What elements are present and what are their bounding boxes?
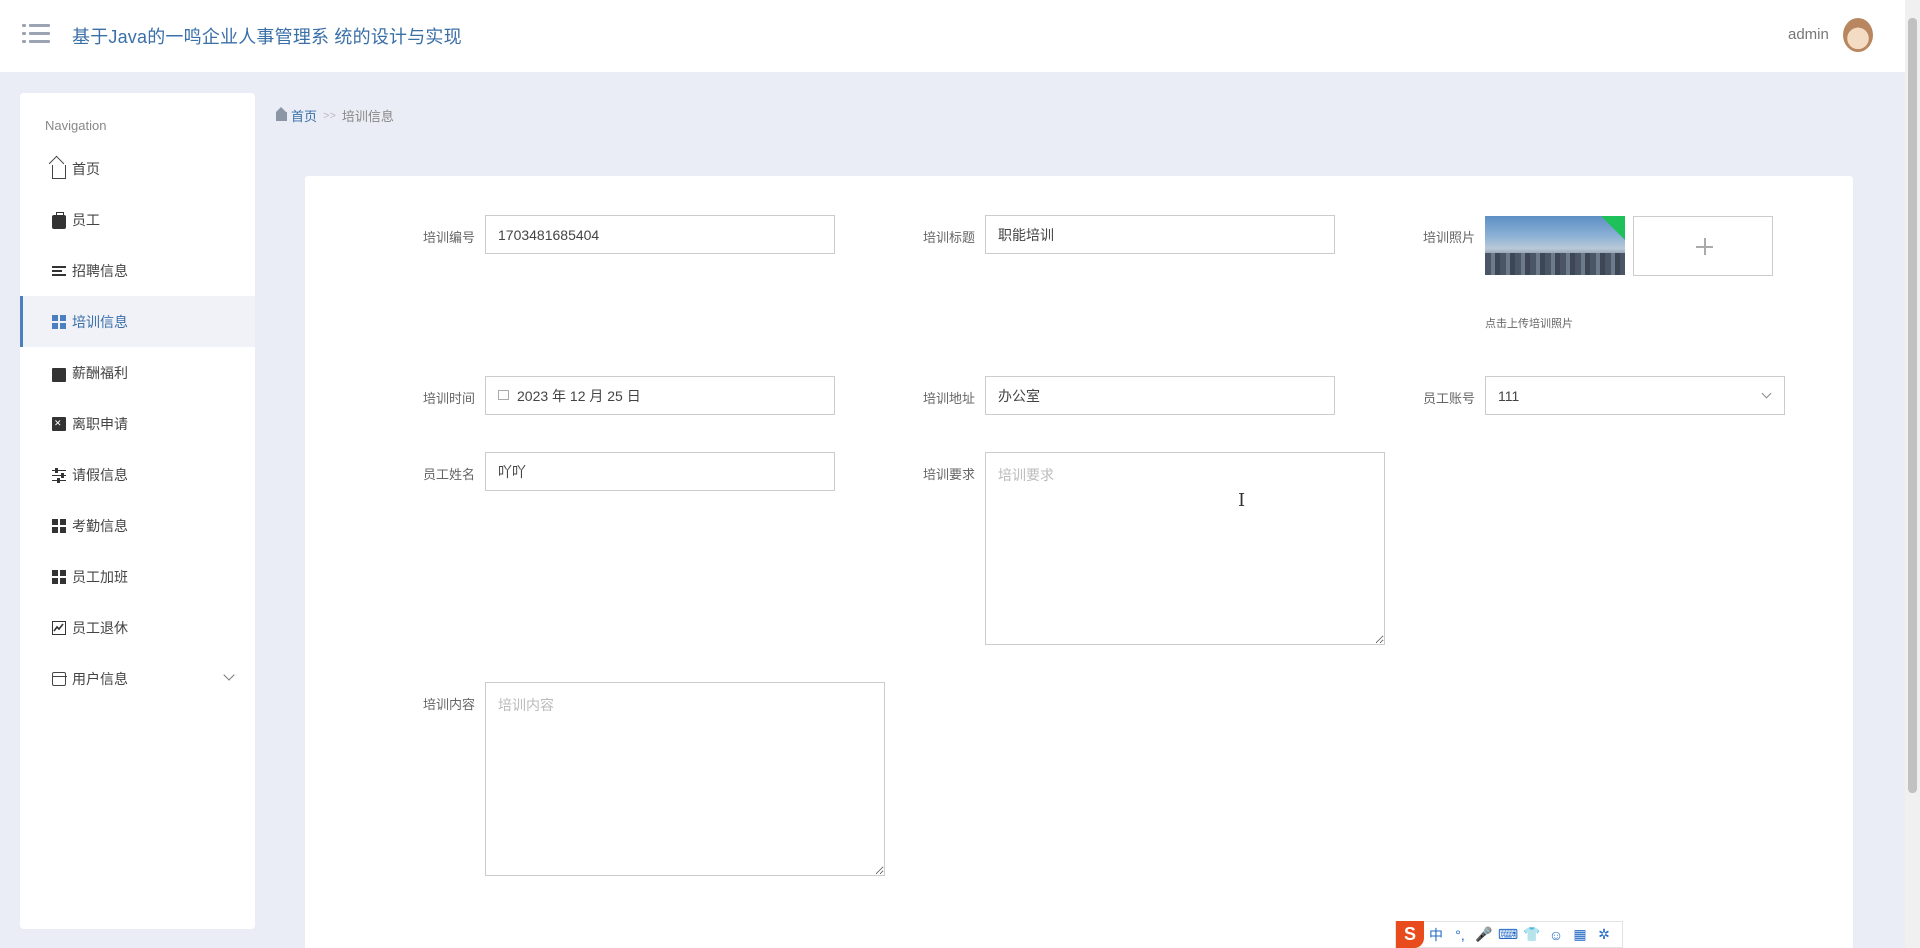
printer-icon: [52, 367, 66, 382]
sidebar-item-label: 用户信息: [72, 670, 128, 687]
training-no-value: 1703481685404: [498, 226, 600, 243]
chevron-down-icon: [223, 669, 235, 681]
home-icon: [52, 164, 66, 179]
breadcrumb-home-label: 首页: [291, 109, 318, 124]
training-title-label: 培训标题: [922, 230, 975, 245]
ime-toolbar: S 中 °, 🎤 ⌨ 👕 ☺ ▦ ✲: [1395, 921, 1623, 948]
grid-icon: [52, 314, 66, 329]
training-time-label: 培训时间: [422, 391, 475, 406]
sidebar-item-resignation[interactable]: 离职申请: [20, 398, 255, 449]
sidebar-item-label: 薪酬福利: [72, 364, 128, 381]
line-chart-icon: [52, 620, 66, 635]
sidebar-item-attendance[interactable]: 考勤信息: [20, 500, 255, 551]
ime-mode-toggle[interactable]: 中: [1424, 925, 1448, 945]
training-photo-thumbnail[interactable]: [1485, 216, 1625, 275]
skin-icon[interactable]: 👕: [1520, 926, 1544, 943]
sidebar-item-employee[interactable]: 员工: [20, 194, 255, 245]
emoji-icon[interactable]: ☺: [1544, 927, 1568, 943]
sidebar-item-label: 员工: [72, 211, 100, 228]
avatar[interactable]: [1843, 18, 1873, 52]
grid-icon: [52, 518, 66, 533]
breadcrumb-home[interactable]: 首页: [276, 106, 317, 125]
punctuation-icon[interactable]: °,: [1448, 927, 1472, 943]
home-icon: [276, 107, 287, 121]
breadcrumb: 首页 >> 培训信息: [276, 106, 394, 125]
app-title: 基于Java的一鸣企业人事管理系 统的设计与实现: [72, 27, 462, 47]
toolbox-icon[interactable]: ▦: [1568, 926, 1592, 943]
clipboard-x-icon: [52, 416, 66, 431]
training-photo-label: 培训照片: [1422, 230, 1475, 245]
keyboard-icon[interactable]: ⌨: [1496, 926, 1520, 943]
user-name[interactable]: admin: [1788, 26, 1829, 43]
grid-icon: [52, 569, 66, 584]
sliders-icon: [52, 467, 66, 483]
training-title-value: 职能培训: [998, 226, 1054, 243]
sidebar-item-label: 首页: [72, 160, 100, 177]
nav-title: Navigation: [45, 118, 107, 133]
photo-upload-hint: 点击上传培训照片: [1485, 318, 1573, 330]
sidebar-item-overtime[interactable]: 员工加班: [20, 551, 255, 602]
training-content-textarea[interactable]: [485, 682, 885, 876]
training-title-input[interactable]: 职能培训: [985, 215, 1335, 254]
training-address-label: 培训地址: [922, 391, 975, 406]
sidebar-item-label: 员工加班: [72, 568, 128, 585]
training-address-value: 办公室: [998, 387, 1040, 404]
sidebar: Navigation 首页 员工 招聘信息 培训信息 薪酬福利 ✕ 离职申请 请…: [20, 93, 255, 929]
chevron-down-icon: [1761, 388, 1772, 399]
training-requirements-textarea[interactable]: [985, 452, 1385, 645]
briefcase-icon: [52, 211, 66, 229]
employee-account-select[interactable]: 111: [1485, 376, 1785, 415]
employee-account-label: 员工账号: [1422, 391, 1475, 406]
sidebar-item-salary[interactable]: 薪酬福利: [20, 347, 255, 398]
training-no-label: 培训编号: [422, 230, 475, 245]
list-icon: [52, 264, 66, 278]
microphone-icon[interactable]: 🎤: [1472, 926, 1496, 943]
sidebar-item-label: 员工退休: [72, 619, 128, 636]
text-cursor-icon: I: [1238, 490, 1246, 511]
calendar-icon: [498, 389, 509, 400]
wallet-icon: [52, 671, 67, 686]
sidebar-item-label: 培训信息: [72, 313, 128, 330]
training-time-value: 2023 年 12 月 25 日: [517, 387, 641, 404]
sogou-logo-icon[interactable]: S: [1396, 921, 1424, 948]
sidebar-item-label: 请假信息: [72, 466, 128, 483]
nav-list: 首页 员工 招聘信息 培训信息 薪酬福利 离职申请: [20, 143, 255, 704]
employee-name-input[interactable]: 吖吖: [485, 452, 835, 491]
training-no-input[interactable]: 1703481685404: [485, 215, 835, 254]
sidebar-item-user-info[interactable]: 用户信息: [20, 653, 255, 704]
sidebar-item-recruitment[interactable]: 招聘信息: [20, 245, 255, 296]
sidebar-item-home[interactable]: 首页: [20, 143, 255, 194]
menu-toggle-icon[interactable]: [22, 22, 50, 46]
settings-icon[interactable]: ✲: [1592, 926, 1616, 943]
sidebar-item-training[interactable]: 培训信息: [20, 296, 255, 347]
breadcrumb-current: 培训信息: [341, 109, 394, 124]
sidebar-item-label: 招聘信息: [72, 262, 128, 279]
photo-upload-button[interactable]: [1633, 216, 1773, 276]
training-address-input[interactable]: 办公室: [985, 376, 1335, 415]
sidebar-item-retirement[interactable]: 员工退休: [20, 602, 255, 653]
employee-account-value: 111: [1498, 387, 1520, 404]
training-content-label: 培训内容: [422, 697, 475, 712]
top-bar: 基于Java的一鸣企业人事管理系 统的设计与实现 admin: [0, 0, 1905, 72]
breadcrumb-separator: >>: [323, 109, 336, 122]
vertical-scrollbar[interactable]: [1905, 0, 1920, 948]
employee-name-value: 吖吖: [498, 463, 526, 480]
training-time-datepicker[interactable]: 2023 年 12 月 25 日: [485, 376, 835, 415]
training-requirements-label: 培训要求: [922, 467, 975, 482]
sidebar-item-label: 离职申请: [72, 415, 128, 432]
scrollbar-thumb[interactable]: [1908, 18, 1917, 793]
sidebar-item-leave[interactable]: 请假信息: [20, 449, 255, 500]
employee-name-label: 员工姓名: [422, 467, 475, 482]
sidebar-item-label: 考勤信息: [72, 517, 128, 534]
